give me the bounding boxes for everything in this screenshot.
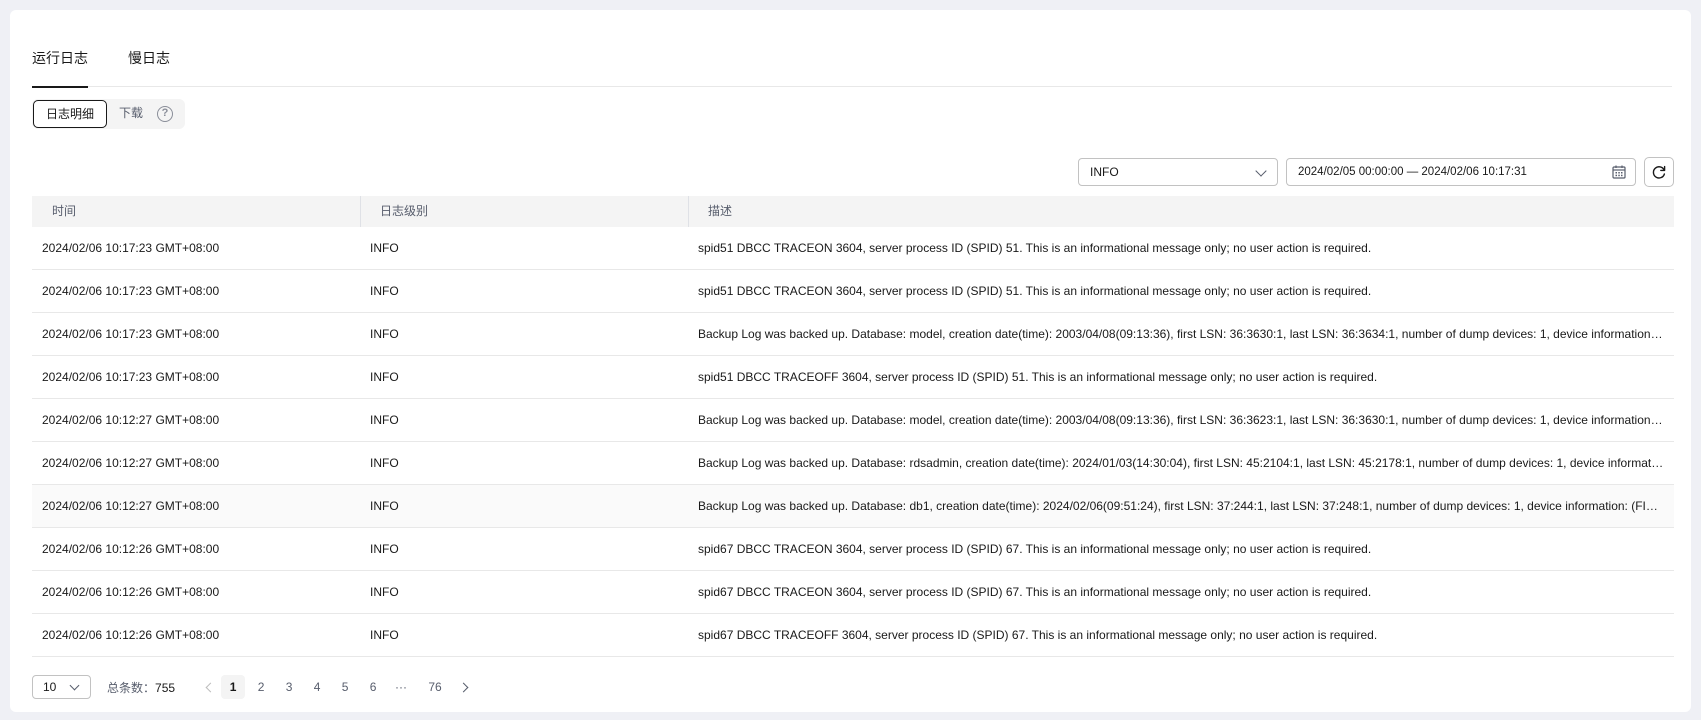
table-body: 2024/02/06 10:17:23 GMT+08:00 INFO spid51 … bbox=[32, 227, 1674, 657]
total-count-label: 总条数： bbox=[107, 680, 156, 695]
cell-level: INFO bbox=[370, 327, 399, 341]
page-numbers: 1 2 3 4 5 6 ··· 76 bbox=[219, 675, 455, 699]
cell-description: Backup Log was backed up. Database: rdsa… bbox=[698, 456, 1674, 470]
cell-level: INFO bbox=[370, 628, 399, 642]
cell-time: 2024/02/06 10:12:27 GMT+08:00 bbox=[42, 413, 220, 427]
cell-description: spid67 DBCC TRACEON 3604, server process… bbox=[698, 585, 1372, 599]
table-row[interactable]: 2024/02/06 10:12:27 GMT+08:00 INFO Backup … bbox=[32, 399, 1674, 442]
chevron-down-icon bbox=[69, 680, 80, 691]
refresh-button[interactable] bbox=[1644, 157, 1674, 187]
chevron-right-icon bbox=[458, 682, 469, 692]
pagination: 10 总条数：755 1 2 3 4 5 6 ··· 76 bbox=[32, 675, 475, 699]
cell-time: 2024/02/06 10:17:23 GMT+08:00 bbox=[42, 284, 220, 298]
table-row[interactable]: 2024/02/06 10:12:27 GMT+08:00 INFO Backup … bbox=[32, 485, 1674, 528]
cell-description: spid51 DBCC TRACEOFF 3604, server proces… bbox=[698, 370, 1378, 384]
cell-time: 2024/02/06 10:12:26 GMT+08:00 bbox=[42, 542, 220, 556]
log-type-tabs: 运行日志 慢日志 bbox=[32, 40, 1672, 88]
table-row[interactable]: 2024/02/06 10:12:26 GMT+08:00 INFO spid67 … bbox=[32, 571, 1674, 614]
refresh-icon bbox=[1652, 165, 1666, 179]
table-header: 时间 日志级别 描述 bbox=[32, 196, 1674, 227]
tab-run-log[interactable]: 运行日志 bbox=[32, 40, 88, 88]
page-number[interactable]: 4 bbox=[305, 675, 329, 699]
page-size-select[interactable]: 10 bbox=[32, 675, 91, 699]
page-number[interactable]: 5 bbox=[333, 675, 357, 699]
table-row[interactable]: 2024/02/06 10:17:23 GMT+08:00 INFO spid51 … bbox=[32, 270, 1674, 313]
cell-level: INFO bbox=[370, 413, 399, 427]
log-panel: 运行日志 慢日志 日志明细 下载 ? INFO 2024/02/05 00:00… bbox=[10, 10, 1691, 712]
date-range-picker[interactable]: 2024/02/05 00:00:00 — 2024/02/06 10:17:3… bbox=[1286, 158, 1636, 186]
next-page-button[interactable] bbox=[455, 675, 475, 699]
cell-time: 2024/02/06 10:17:23 GMT+08:00 bbox=[42, 327, 220, 341]
table-row[interactable]: 2024/02/06 10:17:23 GMT+08:00 INFO spid51 … bbox=[32, 356, 1674, 399]
cell-description: spid67 DBCC TRACEOFF 3604, server proces… bbox=[698, 628, 1378, 642]
table-row[interactable]: 2024/02/06 10:12:26 GMT+08:00 INFO spid67 … bbox=[32, 614, 1674, 657]
tab-slow-log[interactable]: 慢日志 bbox=[128, 40, 170, 87]
page-ellipsis[interactable]: ··· bbox=[389, 675, 413, 699]
cell-time: 2024/02/06 10:12:27 GMT+08:00 bbox=[42, 456, 220, 470]
prev-page-button[interactable] bbox=[199, 675, 219, 699]
cell-description: Backup Log was backed up. Database: mode… bbox=[698, 327, 1674, 341]
cell-time: 2024/02/06 10:17:23 GMT+08:00 bbox=[42, 370, 220, 384]
cell-level: INFO bbox=[370, 456, 399, 470]
view-switch: 日志明细 下载 ? bbox=[32, 99, 186, 129]
download-tab[interactable]: 下载 bbox=[107, 100, 155, 128]
total-count-value: 755 bbox=[155, 680, 176, 695]
column-header-time: 时间 bbox=[52, 204, 77, 218]
cell-level: INFO bbox=[370, 499, 399, 513]
page-number[interactable]: 6 bbox=[361, 675, 385, 699]
cell-description: Backup Log was backed up. Database: mode… bbox=[698, 413, 1674, 427]
cell-description: spid51 DBCC TRACEON 3604, server process… bbox=[698, 241, 1372, 255]
page-number[interactable]: 1 bbox=[221, 675, 246, 699]
chevron-down-icon bbox=[1255, 165, 1267, 177]
cell-level: INFO bbox=[370, 241, 399, 255]
cell-time: 2024/02/06 10:12:27 GMT+08:00 bbox=[42, 499, 220, 513]
total-count: 总条数：755 bbox=[107, 679, 175, 696]
column-header-description: 描述 bbox=[688, 196, 1674, 227]
table-row[interactable]: 2024/02/06 10:17:23 GMT+08:00 INFO spid51 … bbox=[32, 227, 1674, 270]
page-size-value: 10 bbox=[43, 680, 57, 694]
log-level-select[interactable]: INFO bbox=[1078, 158, 1278, 186]
cell-level: INFO bbox=[370, 585, 399, 599]
cell-time: 2024/02/06 10:17:23 GMT+08:00 bbox=[42, 241, 220, 255]
table-row[interactable]: 2024/02/06 10:12:26 GMT+08:00 INFO spid67 … bbox=[32, 528, 1674, 571]
cell-description: spid67 DBCC TRACEON 3604, server process… bbox=[698, 542, 1372, 556]
table-row[interactable]: 2024/02/06 10:12:27 GMT+08:00 INFO Backup … bbox=[32, 442, 1674, 485]
chevron-left-icon bbox=[205, 682, 216, 692]
log-detail-tab[interactable]: 日志明细 bbox=[33, 100, 108, 128]
page-number[interactable]: 76 bbox=[417, 675, 453, 699]
log-level-value: INFO bbox=[1090, 165, 1119, 179]
cell-time: 2024/02/06 10:12:26 GMT+08:00 bbox=[42, 628, 220, 642]
log-table: 时间 日志级别 描述 2024/02/06 10:17:23 GMT+08:00… bbox=[32, 196, 1674, 657]
help-icon[interactable]: ? bbox=[157, 106, 174, 122]
cell-time: 2024/02/06 10:12:26 GMT+08:00 bbox=[42, 585, 220, 599]
date-range-value: 2024/02/05 00:00:00 — 2024/02/06 10:17:3… bbox=[1298, 166, 1527, 178]
cell-level: INFO bbox=[370, 284, 399, 298]
table-row[interactable]: 2024/02/06 10:17:23 GMT+08:00 INFO Backup … bbox=[32, 313, 1674, 356]
cell-level: INFO bbox=[370, 370, 399, 384]
cell-description: spid51 DBCC TRACEON 3604, server process… bbox=[698, 284, 1372, 298]
column-header-level: 日志级别 bbox=[360, 196, 688, 227]
page-number[interactable]: 2 bbox=[249, 675, 273, 699]
cell-level: INFO bbox=[370, 542, 399, 556]
calendar-icon bbox=[1612, 165, 1626, 179]
cell-description: Backup Log was backed up. Database: db1,… bbox=[698, 499, 1674, 513]
page-number[interactable]: 3 bbox=[277, 675, 301, 699]
